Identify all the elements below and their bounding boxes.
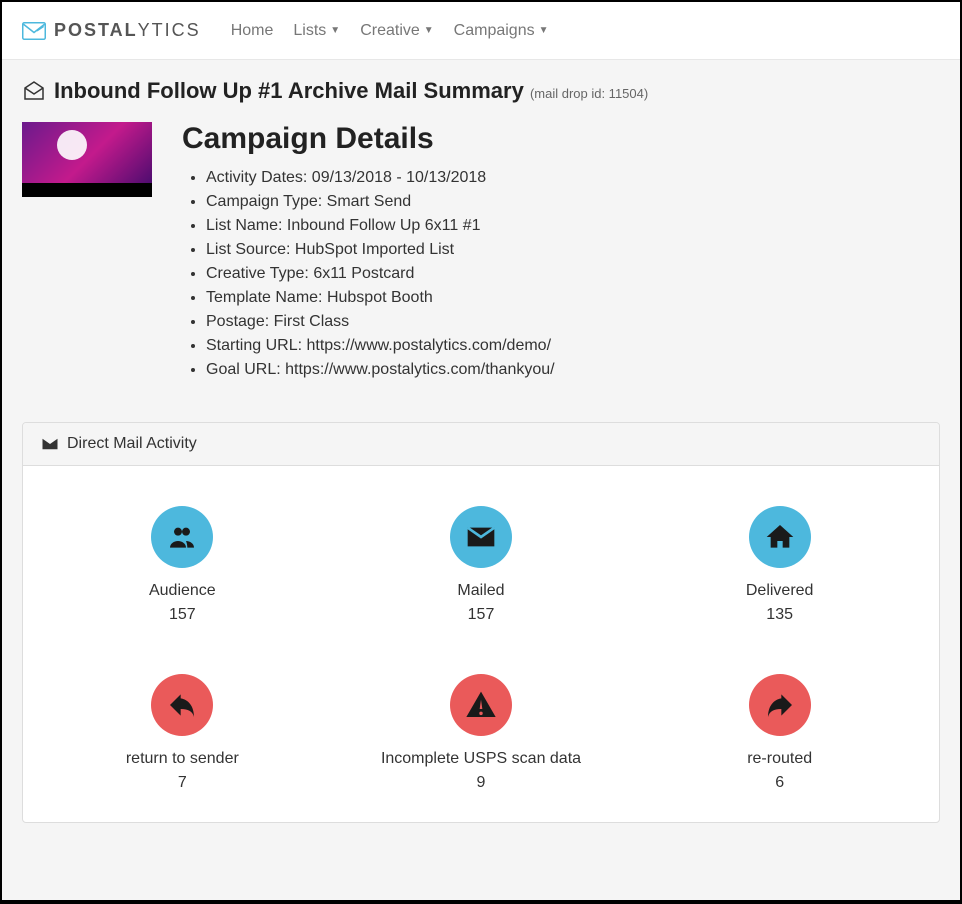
detail-item: Campaign Type: Smart Send — [206, 190, 555, 214]
panel-title: Direct Mail Activity — [67, 435, 197, 453]
activity-panel: Direct Mail Activity Audience 157 Mailed 15… — [22, 422, 940, 823]
nav-links: Home Lists▼ Creative▼ Campaigns▼ — [231, 22, 549, 40]
chevron-down-icon: ▼ — [330, 25, 340, 36]
stat-value: 157 — [43, 606, 322, 624]
reply-icon — [151, 674, 213, 736]
detail-item: Postage: First Class — [206, 310, 555, 334]
logo-envelope-icon — [22, 19, 46, 43]
users-icon — [151, 506, 213, 568]
detail-item: List Source: HubSpot Imported List — [206, 238, 555, 262]
detail-item: List Name: Inbound Follow Up 6x11 #1 — [206, 214, 555, 238]
page-subtitle: (mail drop id: 11504) — [530, 86, 648, 101]
stat-envelope[interactable]: Mailed 157 — [342, 506, 621, 624]
chevron-down-icon: ▼ — [539, 25, 549, 36]
nav-home[interactable]: Home — [231, 22, 274, 40]
stat-label: Incomplete USPS scan data — [342, 750, 621, 768]
chevron-down-icon: ▼ — [424, 25, 434, 36]
home-icon — [749, 506, 811, 568]
envelope-icon — [450, 506, 512, 568]
envelope-open-icon — [22, 79, 46, 103]
navbar: POSTALYTICS Home Lists▼ Creative▼ Campai… — [2, 2, 960, 60]
panel-header: Direct Mail Activity — [23, 423, 939, 466]
detail-item: Starting URL: https://www.postalytics.co… — [206, 334, 555, 358]
details-heading: Campaign Details — [182, 122, 555, 156]
stat-value: 6 — [640, 774, 919, 792]
stat-home[interactable]: Delivered 135 — [640, 506, 919, 624]
detail-item: Activity Dates: 09/13/2018 - 10/13/2018 — [206, 166, 555, 190]
nav-lists[interactable]: Lists▼ — [293, 22, 340, 40]
share-icon — [749, 674, 811, 736]
stat-label: re-routed — [640, 750, 919, 768]
creative-thumbnail[interactable] — [22, 122, 152, 197]
stats-grid: Audience 157 Mailed 157 Delivered 135 return t… — [23, 466, 939, 822]
stat-label: Audience — [43, 582, 322, 600]
stat-value: 135 — [640, 606, 919, 624]
stat-label: Mailed — [342, 582, 621, 600]
stat-reply[interactable]: return to sender 7 — [43, 674, 322, 792]
stat-label: return to sender — [43, 750, 322, 768]
detail-item: Creative Type: 6x11 Postcard — [206, 262, 555, 286]
warning-icon — [450, 674, 512, 736]
logo-text: POSTALYTICS — [54, 20, 201, 41]
page-title: Inbound Follow Up #1 Archive Mail Summar… — [54, 78, 648, 104]
page-title-row: Inbound Follow Up #1 Archive Mail Summar… — [22, 78, 940, 104]
stat-users[interactable]: Audience 157 — [43, 506, 322, 624]
stat-label: Delivered — [640, 582, 919, 600]
envelope-icon — [41, 435, 59, 453]
nav-creative[interactable]: Creative▼ — [360, 22, 433, 40]
detail-item: Goal URL: https://www.postalytics.com/th… — [206, 358, 555, 382]
stat-value: 7 — [43, 774, 322, 792]
stat-value: 9 — [342, 774, 621, 792]
nav-campaigns[interactable]: Campaigns▼ — [454, 22, 549, 40]
stat-warning[interactable]: Incomplete USPS scan data 9 — [342, 674, 621, 792]
logo[interactable]: POSTALYTICS — [22, 19, 201, 43]
stat-value: 157 — [342, 606, 621, 624]
details-list: Activity Dates: 09/13/2018 - 10/13/2018 … — [182, 166, 555, 382]
stat-share[interactable]: re-routed 6 — [640, 674, 919, 792]
detail-item: Template Name: Hubspot Booth — [206, 286, 555, 310]
